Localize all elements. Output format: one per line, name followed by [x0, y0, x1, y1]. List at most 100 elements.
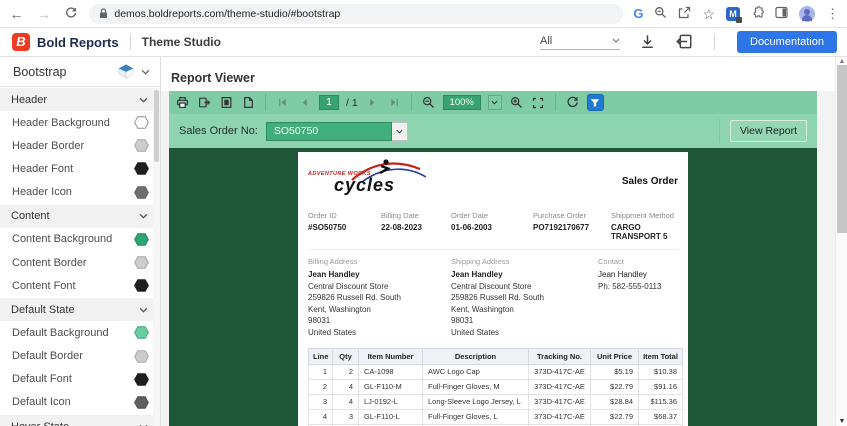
order-field-shippment-method: Shippment Method CARGO TRANSPORT 5	[611, 211, 678, 241]
column-header-item-number: Item Number	[358, 347, 423, 365]
table-cell: Full-Finger Gloves, M	[422, 378, 529, 395]
address-bar[interactable]: demos.boldreports.com/theme-studio/#boot…	[89, 3, 624, 24]
parameters-filter-icon[interactable]	[586, 94, 604, 111]
sidebar-item-content-border[interactable]: Content Border	[0, 251, 160, 274]
forward-icon[interactable]: →	[35, 7, 52, 21]
previous-page-icon[interactable]	[297, 95, 312, 110]
table-cell: Long-Sleeve Logo Jersey, L	[422, 393, 529, 410]
puzzle-icon[interactable]	[751, 6, 764, 21]
zoom-dropdown-caret[interactable]	[487, 95, 502, 110]
color-swatch-hexagon[interactable]	[134, 116, 149, 129]
next-page-icon[interactable]	[365, 95, 380, 110]
theme-selector[interactable]: Bootstrap	[0, 57, 160, 87]
sidebar-item-header-font[interactable]: Header Font	[0, 157, 160, 180]
report-filter-select[interactable]: All	[540, 35, 620, 50]
color-swatch-hexagon[interactable]	[134, 326, 149, 340]
menu-dots-icon[interactable]: ⋮	[826, 7, 839, 20]
color-swatch-hexagon[interactable]	[134, 279, 149, 292]
page-scrollbar[interactable]: ▲ ▼	[835, 57, 847, 426]
zoom-search-icon[interactable]	[654, 6, 667, 21]
scrollbar-down-arrow[interactable]: ▼	[838, 418, 846, 425]
item-label: Header Font	[12, 162, 74, 175]
brand-name: Bold Reports	[37, 34, 119, 50]
page-count-label: / 1	[346, 96, 358, 109]
sidebar-scrollbar-thumb[interactable]	[154, 90, 159, 162]
address-label: Billing Address	[308, 257, 358, 266]
report-content-area[interactable]: ADVENTURE WORKS cycles Sales Order Order…	[169, 148, 817, 426]
color-swatch-hexagon[interactable]	[134, 233, 149, 246]
address-line: 259826 Russell Rd. South	[308, 293, 401, 303]
download-icon[interactable]	[640, 34, 656, 50]
export-icon[interactable]	[197, 95, 212, 110]
refresh-icon[interactable]	[565, 95, 580, 110]
zoom-out-icon[interactable]	[421, 95, 436, 110]
color-swatch-hexagon[interactable]	[134, 162, 149, 176]
table-cell: 1	[308, 363, 333, 380]
extension-m-icon[interactable]: M	[726, 6, 742, 23]
back-icon[interactable]: ←	[8, 7, 25, 21]
table-cell: $28.84	[590, 393, 639, 410]
sidebar-scrollbar[interactable]	[153, 88, 160, 426]
item-label: Content Background	[12, 233, 113, 246]
reload-icon[interactable]	[62, 6, 79, 21]
sidebar-item-content-background[interactable]: Content Background	[0, 228, 160, 251]
scrollbar-up-arrow[interactable]: ▲	[838, 58, 846, 65]
table-row: 1 2 CA-1098 AWC Logo Cap 373D-417C-AE $5.19 $1…	[308, 363, 683, 380]
sidebar-item-header-icon[interactable]: Header Icon	[0, 181, 160, 204]
page-number-input[interactable]: 1	[319, 95, 339, 110]
table-cell: 373D-417C-AE	[528, 363, 591, 380]
sidebar-item-header-background[interactable]: Header Background	[0, 111, 160, 134]
toolbar-separator	[554, 94, 556, 111]
first-page-icon[interactable]	[275, 95, 290, 110]
table-cell: 4	[308, 408, 333, 425]
sidebar-item-default-background[interactable]: Default Background	[0, 321, 160, 344]
bookmark-star-icon[interactable]: ☆	[702, 7, 715, 21]
zoom-in-icon[interactable]	[509, 95, 524, 110]
table-header-row: Line Qty Item Number Description Tracking No…	[308, 347, 683, 365]
table-cell: $5.19	[590, 363, 639, 380]
scrollbar-thumb[interactable]	[837, 65, 847, 233]
sidebar-section-header[interactable]: Header	[0, 88, 160, 111]
table-cell: 4	[332, 393, 359, 410]
color-swatch-hexagon[interactable]	[134, 256, 149, 269]
last-page-icon[interactable]	[387, 95, 402, 110]
color-swatch-hexagon[interactable]	[134, 139, 149, 153]
order-fields-row: Order ID #SO50750 Billing Date 22-08-2023…	[308, 211, 678, 250]
table-cell: $91.16	[638, 378, 683, 395]
color-swatch-hexagon[interactable]	[134, 373, 149, 386]
sidebar-section-content[interactable]: Content	[0, 204, 160, 228]
color-swatch-hexagon[interactable]	[134, 396, 149, 409]
chevron-down-icon	[141, 69, 150, 75]
zoom-level-select[interactable]: 100%	[442, 95, 481, 110]
print-layout-icon[interactable]	[219, 95, 234, 110]
google-icon[interactable]: G	[633, 7, 643, 20]
sidebar-section-hover-state[interactable]: Hover State	[0, 415, 160, 426]
sidebar-item-default-border[interactable]: Default Border	[0, 345, 160, 368]
fit-to-page-icon[interactable]	[531, 95, 546, 110]
profile-avatar[interactable]	[799, 5, 815, 22]
side-panel-icon[interactable]	[775, 6, 788, 21]
table-cell: GL-F110-M	[358, 378, 423, 395]
color-swatch-hexagon[interactable]	[134, 185, 149, 199]
sidebar-item-header-border[interactable]: Header Border	[0, 134, 160, 157]
address-line: Kent, Washington	[308, 304, 371, 314]
sidebar-item-default-icon[interactable]: Default Icon	[0, 391, 160, 414]
sidebar-section-default-state[interactable]: Default State	[0, 298, 160, 322]
print-icon[interactable]	[175, 95, 190, 110]
export-theme-icon[interactable]	[676, 34, 692, 50]
order-field-billing-date: Billing Date 22-08-2023	[381, 211, 451, 241]
sidebar-item-default-font[interactable]: Default Font	[0, 368, 160, 391]
sidebar-item-content-font[interactable]: Content Font	[0, 274, 160, 297]
color-swatch-hexagon[interactable]	[134, 349, 149, 363]
documentation-button[interactable]: Documentation	[737, 31, 837, 53]
share-icon[interactable]	[678, 6, 691, 21]
sales-order-dropdown-caret[interactable]	[391, 121, 408, 141]
sales-order-dropdown[interactable]: SO50750	[265, 121, 392, 141]
table-cell: $22.79	[590, 408, 639, 425]
bold-reports-logo-icon[interactable]: B	[12, 33, 30, 51]
field-label: Order ID	[308, 211, 337, 220]
view-report-button[interactable]: View Report	[729, 120, 807, 142]
page-setup-icon[interactable]	[241, 95, 256, 110]
address-line: United States	[451, 327, 500, 337]
chevron-down-icon	[139, 214, 148, 219]
